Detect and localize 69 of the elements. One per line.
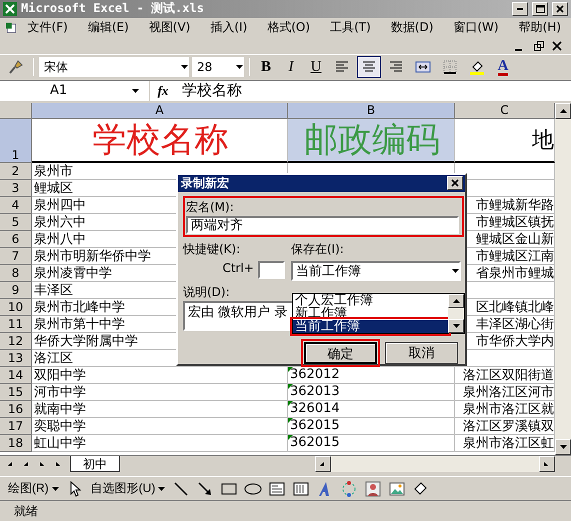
- table-cell: 就南中学: [32, 400, 288, 418]
- row-header[interactable]: 18: [0, 434, 32, 452]
- table-cell: 362013: [288, 384, 455, 401]
- drawing-menu-button[interactable]: 绘图(R): [6, 480, 61, 498]
- ok-button[interactable]: 确定: [304, 342, 377, 364]
- status-text: 就绪: [14, 502, 38, 520]
- row-header[interactable]: 12: [0, 332, 32, 350]
- table-cell: 泉州市洛江区就: [455, 400, 555, 418]
- row-header[interactable]: 15: [0, 384, 32, 401]
- cancel-button[interactable]: 取消: [385, 342, 458, 364]
- drawing-menu-button[interactable]: 自选图形(U): [88, 480, 168, 498]
- menu-item[interactable]: 帮助(H): [508, 19, 571, 36]
- heading-cell: 邮政编码: [288, 118, 455, 163]
- macro-name-field[interactable]: 两端对齐: [186, 216, 459, 234]
- row-header[interactable]: 7: [0, 248, 32, 265]
- row-header[interactable]: 8: [0, 264, 32, 282]
- row-header[interactable]: 13: [0, 350, 32, 367]
- row-header[interactable]: 1: [0, 118, 32, 163]
- store-in-label: 保存在(I):: [290, 240, 344, 258]
- menu-item[interactable]: 工具(T): [320, 19, 381, 36]
- description-label: 说明(D):: [183, 284, 230, 301]
- menu-item[interactable]: 窗口(W): [443, 19, 509, 36]
- underline-button[interactable]: U: [305, 56, 327, 78]
- row-header[interactable]: 3: [0, 180, 32, 197]
- font-color-button[interactable]: A: [492, 56, 514, 78]
- table-cell: 洛江区双阳街道: [455, 366, 555, 384]
- row-header[interactable]: 6: [0, 230, 32, 248]
- row-header[interactable]: 4: [0, 196, 32, 214]
- table-cell: 362015: [288, 434, 455, 452]
- row-header[interactable]: 5: [0, 214, 32, 231]
- table-cell: 奕聪中学: [32, 418, 288, 435]
- heading-cell: 学校名称: [32, 118, 288, 163]
- dropdown-option[interactable]: 当前工作簿: [293, 320, 448, 333]
- table-cell: 洛江区罗溪镇双: [455, 418, 555, 435]
- table-cell: 泉州洛江区河市: [455, 384, 555, 401]
- row-header[interactable]: 14: [0, 366, 32, 384]
- font-size-field[interactable]: 28: [192, 57, 244, 78]
- bold-button[interactable]: B: [255, 56, 277, 78]
- table-cell: 326014: [288, 400, 455, 418]
- menu-item[interactable]: 格式(O): [257, 19, 320, 36]
- window-title: Microsoft Excel - 测试.xls: [21, 0, 205, 18]
- store-in-dropdown[interactable]: 当前工作簿: [290, 260, 461, 281]
- table-cell: 双阳中学: [32, 366, 288, 384]
- menu-item[interactable]: 插入(I): [200, 19, 258, 36]
- row-header[interactable]: 17: [0, 418, 32, 435]
- table-cell: 河市中学: [32, 384, 288, 401]
- macro-name-label: 宏名(M):: [186, 198, 234, 216]
- table-cell: 362015: [288, 418, 455, 435]
- font-name-field[interactable]: 宋体: [39, 57, 189, 78]
- row-header[interactable]: 11: [0, 316, 32, 333]
- column-header[interactable]: C: [455, 102, 555, 119]
- column-header[interactable]: B: [288, 102, 455, 119]
- menu-item[interactable]: 数据(D): [380, 19, 444, 36]
- table-cell: 虹山中学: [32, 434, 288, 452]
- formula-field[interactable]: 学校名称: [176, 81, 242, 100]
- row-header[interactable]: 10: [0, 298, 32, 316]
- row-header[interactable]: 9: [0, 282, 32, 299]
- table-cell: 362012: [288, 366, 455, 384]
- column-header[interactable]: A: [32, 102, 288, 119]
- italic-button[interactable]: I: [280, 56, 302, 78]
- heading-cell: 地: [455, 118, 555, 163]
- sheet-tab[interactable]: 初中: [70, 456, 120, 472]
- row-header[interactable]: 2: [0, 162, 32, 180]
- menu-item[interactable]: 文件(F): [18, 19, 78, 36]
- row-header[interactable]: 16: [0, 400, 32, 418]
- insert-function-button[interactable]: fx: [150, 82, 176, 99]
- menu-item[interactable]: 编辑(E): [78, 19, 139, 36]
- menu-item[interactable]: 视图(V): [138, 19, 200, 36]
- table-cell: 泉州市洛江区虹: [455, 434, 555, 452]
